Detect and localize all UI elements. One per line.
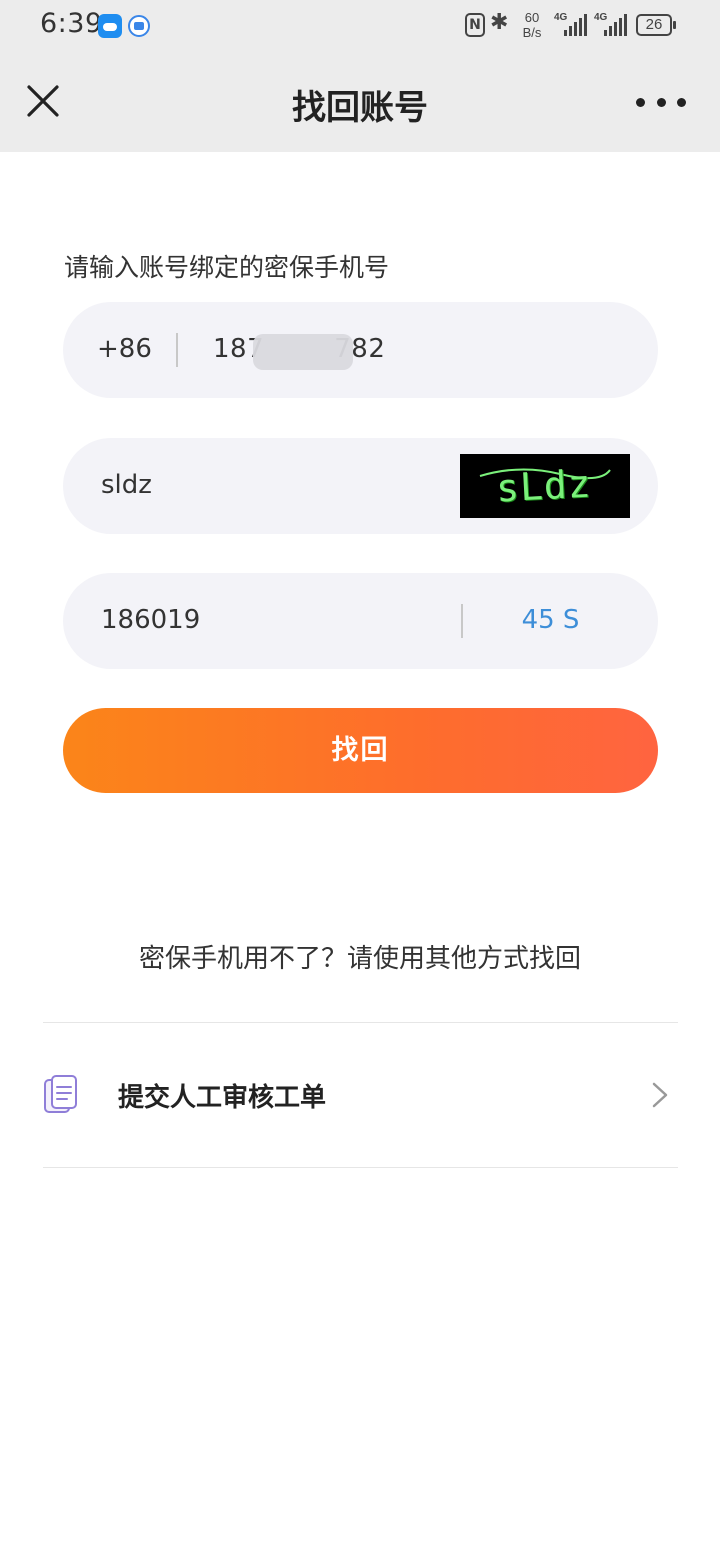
sms-code-field[interactable]: 186019 45 S — [63, 573, 658, 669]
browser-app-icon — [128, 15, 150, 37]
status-time: 6:39 — [40, 8, 103, 39]
captcha-input[interactable]: sldz — [101, 470, 152, 500]
sms-code-input[interactable]: 186019 — [101, 605, 200, 635]
sim2-signal-icon: 4G — [594, 12, 630, 36]
masked-digits — [253, 334, 353, 370]
page-title: 找回账号 — [292, 88, 428, 128]
divider — [176, 333, 178, 367]
network-speed: 60 B/s — [518, 10, 546, 40]
country-code[interactable]: +86 — [97, 334, 152, 364]
recover-button[interactable]: 找回 — [63, 708, 658, 793]
divider — [461, 604, 463, 638]
document-icon — [43, 1075, 79, 1115]
weather-app-icon — [98, 14, 122, 38]
alternative-hint: 密保手机用不了？请使用其他方式找回 — [138, 944, 581, 974]
captcha-image[interactable]: sLdz — [460, 454, 630, 518]
captcha-field[interactable]: sldz sLdz — [63, 438, 658, 534]
bluetooth-icon: ✱ — [490, 10, 509, 35]
more-icon[interactable] — [636, 88, 686, 116]
resend-countdown: 45 S — [521, 605, 580, 635]
chevron-right-icon — [651, 1081, 669, 1109]
manual-review-label: 提交人工审核工单 — [118, 1083, 327, 1113]
status-bar: 6:39 N ✱ 60 B/s 4G 4G 26 — [0, 0, 720, 52]
divider — [43, 1167, 678, 1168]
network-speed-value: 60 — [524, 10, 540, 25]
battery-icon: 26 — [636, 14, 676, 36]
sim1-signal-icon: 4G — [554, 12, 590, 36]
captcha-image-text: sLdz — [494, 461, 593, 511]
network-speed-unit: B/s — [522, 25, 542, 40]
phone-prompt: 请输入账号绑定的密保手机号 — [64, 253, 390, 282]
navigation-bar: 找回账号 — [0, 52, 720, 152]
manual-review-row[interactable]: 提交人工审核工单 — [43, 1023, 678, 1167]
phone-field[interactable]: +86 187 782 — [63, 302, 658, 398]
nfc-icon: N — [465, 13, 485, 37]
